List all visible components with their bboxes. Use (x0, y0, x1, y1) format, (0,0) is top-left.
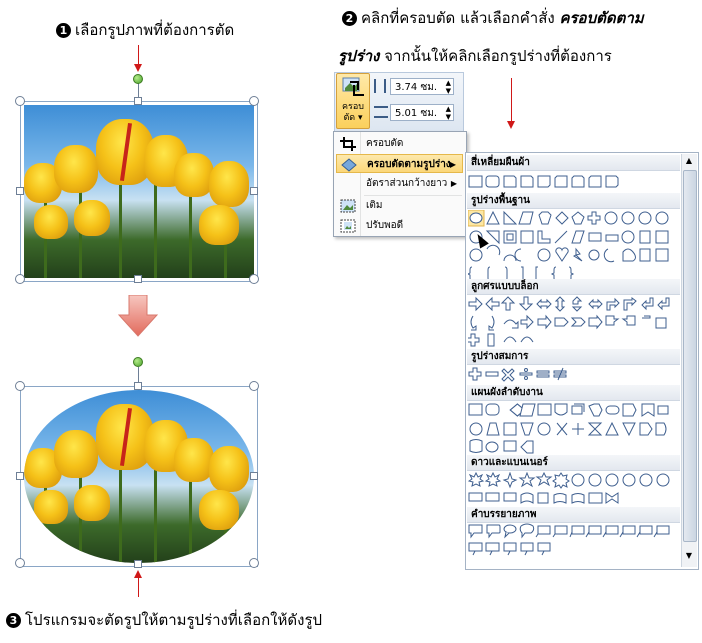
gallery-scrollbar[interactable]: ▲ ▼ (681, 154, 697, 567)
section-block-arrows: ลูกศรแบบบล็อก (467, 279, 680, 295)
step2-caption-line1: 2 คลิกที่ครอบตัด แล้วเลือกคำสั่ง ครอบตัดต… (342, 6, 644, 30)
fill-icon (340, 199, 356, 213)
step3-caption: 3 โปรแกรมจะตัดรูปให้ตามรูปร่างที่เลือกให้… (6, 608, 322, 632)
menu-item-fit[interactable]: ปรับพอดี (336, 216, 463, 236)
step1-bullet: 1 (56, 23, 71, 38)
menu-item-aspect-ratio[interactable]: อัตราส่วนกว้างยาว ▶ (336, 174, 463, 194)
scroll-up-icon[interactable]: ▲ (683, 155, 695, 167)
crop-label-line1: ครอบ (342, 102, 364, 112)
height-input[interactable]: 3.74 ซม. ▲ ▼ (390, 78, 454, 95)
basic-shapes-grid (466, 209, 680, 288)
equation-shapes-row (468, 366, 680, 384)
crop-icon (342, 77, 364, 96)
section-callouts: คำบรรยายภาพ (467, 507, 680, 523)
step1-text: เลือกรูปภาพที่ต้องการตัด (75, 21, 235, 39)
section-equation-shapes: รูปร่างสมการ (467, 349, 680, 365)
rectangles-row (468, 174, 680, 192)
submenu-arrow-icon: ▶ (449, 160, 456, 169)
rotate-handle[interactable] (133, 74, 143, 84)
step1-arrow-head (134, 64, 142, 72)
down-arrow-icon (118, 295, 158, 337)
scroll-down-icon[interactable]: ▼ (683, 550, 695, 562)
resize-handle-t[interactable] (134, 97, 142, 105)
basic-shapes-icon[interactable] (466, 209, 680, 288)
original-photo[interactable] (20, 101, 258, 282)
resize-handle-l[interactable] (16, 187, 24, 195)
resize-handle-br-2[interactable] (249, 558, 259, 568)
cropped-photo[interactable] (20, 386, 258, 567)
scroll-thumb[interactable] (683, 170, 697, 542)
step3-bullet: 3 (6, 613, 21, 628)
width-input[interactable]: 5.01 ซม. ▲ ▼ (390, 104, 454, 121)
callouts-grid (468, 523, 680, 557)
stars-banners-grid (467, 471, 680, 506)
resize-handle-br[interactable] (249, 274, 259, 284)
selection-frame-2 (20, 386, 258, 567)
section-rectangles: สี่เหลี่ยมผืนผ้า (467, 155, 680, 171)
resize-handle-t-2[interactable] (134, 382, 142, 390)
section-flowchart: แผนผังลำดับงาน (467, 385, 680, 401)
resize-handle-b-2[interactable] (134, 560, 142, 568)
resize-handle-r[interactable] (250, 187, 258, 195)
step2-emphasis-b: รูปร่าง (338, 47, 380, 65)
stars-banners-icon[interactable] (467, 471, 680, 506)
crop-button[interactable]: ครอบ ตัด ▾ (336, 73, 370, 129)
crop-small-icon (340, 137, 356, 151)
flowchart-grid (468, 402, 680, 454)
resize-handle-l-2[interactable] (16, 472, 24, 480)
step2-emphasis-a: ครอบตัดตาม (559, 9, 644, 27)
menu-item-crop-to-shape[interactable]: ครอบตัดตามรูปร่าง ▶ (336, 154, 463, 173)
crop-menu: ครอบตัด ครอบตัดตามรูปร่าง ▶ อัตราส่วนกว้… (333, 131, 467, 237)
selection-frame (20, 101, 258, 282)
callouts-icon[interactable] (468, 523, 680, 557)
shape-gallery: ▲ ▼ สี่เหลี่ยมผืนผ้า รูปร่างพื้นฐาน ลูกศ… (465, 152, 699, 570)
step2-text-b: จากนั้นให้คลิกเลือกรูปร่างที่ต้องการ (379, 47, 612, 65)
step2-text-a: คลิกที่ครอบตัด แล้วเลือกคำสั่ง (361, 9, 560, 27)
resize-handle-tl-2[interactable] (15, 381, 25, 391)
resize-handle-bl-2[interactable] (15, 558, 25, 568)
block-arrows-icon[interactable] (466, 296, 680, 348)
step2-arrow-head (507, 121, 515, 129)
block-arrows-grid (466, 296, 680, 348)
step2-arrow (511, 78, 512, 122)
height-icon (374, 79, 386, 93)
equation-shapes-icon[interactable] (468, 366, 680, 382)
width-icon (374, 106, 388, 118)
menu-item-fill[interactable]: เติม (336, 196, 463, 216)
resize-handle-tr-2[interactable] (249, 381, 259, 391)
step2-caption-line2: รูปร่าง จากนั้นให้คลิกเลือกรูปร่างที่ต้อ… (338, 44, 612, 68)
flowchart-shapes-icon[interactable] (468, 402, 680, 454)
step2-bullet: 2 (342, 11, 357, 26)
rotate-handle-2[interactable] (133, 357, 143, 367)
step3-text: โปรแกรมจะตัดรูปให้ตามรูปร่างที่เลือกให้ด… (25, 611, 323, 629)
resize-handle-tr[interactable] (249, 96, 259, 106)
fit-icon (340, 219, 356, 233)
menu-item-crop[interactable]: ครอบตัด (336, 134, 463, 154)
resize-handle-bl[interactable] (15, 274, 25, 284)
resize-handle-b[interactable] (134, 275, 142, 283)
crop-to-shape-icon (341, 158, 357, 172)
step1-caption: 1 เลือกรูปภาพที่ต้องการตัด (56, 18, 234, 42)
resize-handle-tl[interactable] (15, 96, 25, 106)
width-spinner[interactable]: ▲ ▼ (446, 105, 451, 121)
crop-label-line2: ตัด ▾ (343, 113, 363, 123)
section-stars-banners: ดาวและแบนเนอร์ (467, 455, 680, 471)
rectangle-shapes-icon[interactable] (468, 174, 680, 190)
submenu-arrow-icon-2: ▶ (450, 179, 457, 188)
resize-handle-r-2[interactable] (250, 472, 258, 480)
height-spinner[interactable]: ▲ ▼ (446, 79, 451, 95)
section-basic-shapes: รูปร่างพื้นฐาน (467, 193, 680, 209)
step3-arrow (138, 577, 139, 597)
